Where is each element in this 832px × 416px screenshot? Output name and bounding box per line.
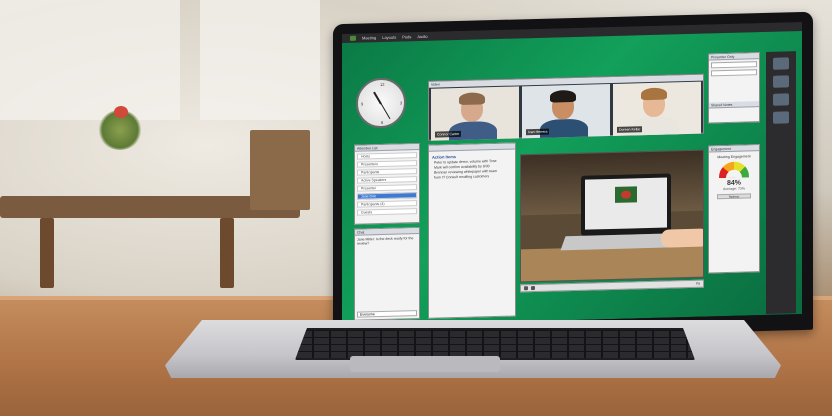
chat-message: Jane Miller: Is the deck ready for the r… (357, 236, 414, 246)
attendee-list-pod: Attendee List Hosts Presenters Participa… (354, 143, 420, 225)
menu-pods[interactable]: Pods (402, 34, 411, 39)
shared-notes-label: Shared Notes (709, 101, 759, 109)
participant-name: Doreen Kellar (617, 126, 643, 133)
layout-strip (766, 51, 796, 314)
video-tile-2[interactable]: Ivan Herrera (522, 84, 610, 139)
attendee-row[interactable]: Presenters (357, 160, 417, 168)
layout-icon[interactable] (773, 75, 789, 88)
participant-name: Ivan Herrera (526, 128, 550, 136)
layout-icon[interactable] (773, 93, 789, 106)
chair-leg (40, 218, 54, 288)
layout-icon[interactable] (773, 111, 789, 124)
shared-artwork (615, 186, 637, 203)
menu-meeting[interactable]: Meeting (362, 35, 376, 40)
chair-back (250, 130, 310, 210)
notes-list: Peter to update demo, volume with Tone M… (429, 159, 515, 181)
window-light (0, 0, 180, 120)
laptop-screen: Meeting Layouts Pods Audio 12 3 6 9 Atte… (342, 22, 802, 327)
participant-hair (641, 87, 667, 101)
notes-pod: Action Items Peter to update demo, volum… (428, 142, 516, 319)
participant-name: Connor Carter (435, 130, 462, 138)
stop-icon[interactable] (531, 285, 535, 291)
engagement-pod: Engagement Meeting Engagement 84% Averag… (708, 144, 760, 274)
attendee-row[interactable]: Guests (357, 208, 417, 216)
video-pod: Video Connor Carter Ivan Herrera Doreen … (428, 73, 704, 141)
meeting-room: 12 3 6 9 Attendee List Hosts Presenters … (342, 31, 802, 327)
keys (297, 330, 693, 358)
app-logo-icon (350, 35, 356, 41)
engagement-label: Meeting Engagement (717, 154, 751, 160)
laptop-lid: Meeting Layouts Pods Audio 12 3 6 9 Atte… (333, 11, 813, 343)
attendee-row[interactable]: Participants (4) (357, 200, 417, 208)
chair-leg (220, 218, 234, 288)
layout-icon[interactable] (773, 57, 789, 70)
shared-laptop-screen (585, 177, 667, 230)
minute-hand (380, 103, 391, 120)
attendee-row[interactable]: Hosts (357, 152, 417, 160)
chat-pod: Chat Jane Miller: Is the deck ready for … (354, 227, 420, 321)
presenter-title: Presenter Only (709, 53, 759, 61)
zoom-label[interactable]: Fit (696, 282, 700, 286)
attendee-list-title: Attendee List (355, 144, 419, 152)
participant-hair (550, 89, 576, 103)
menu-audio[interactable]: Audio (417, 34, 427, 39)
red-flower (114, 106, 128, 118)
attendee-row-selected[interactable]: Jane Doe (357, 192, 417, 200)
shared-laptop (581, 173, 671, 236)
screen-share-pod (520, 149, 704, 283)
touchpad (350, 356, 500, 372)
shared-table (521, 244, 703, 283)
video-tile-3[interactable]: Doreen Kellar (613, 81, 701, 136)
engagement-gauge (719, 161, 749, 179)
attendee-row[interactable]: Participants (357, 168, 417, 176)
shared-hand (661, 228, 704, 248)
presenter-field[interactable] (711, 69, 757, 77)
engagement-title: Engagement (709, 145, 759, 153)
window-light (200, 0, 320, 120)
video-tile-1[interactable]: Connor Carter (431, 86, 519, 141)
engagement-average: Average: 73% (723, 186, 745, 192)
participant-hair (459, 92, 485, 105)
attendee-row[interactable]: Active Speakers (357, 176, 417, 184)
attendee-row[interactable]: Presenter (357, 184, 417, 192)
presenter-field[interactable] (711, 61, 757, 69)
clock-icon: 12 3 6 9 (356, 77, 406, 129)
note-item: from IT Consult resulting customers (434, 174, 490, 180)
chat-input[interactable]: Everyone (357, 310, 417, 318)
menu-layouts[interactable]: Layouts (382, 35, 396, 40)
refresh-button[interactable]: Refresh (717, 193, 751, 200)
presenter-only-pod: Presenter Only Shared Notes (708, 52, 760, 124)
play-icon[interactable] (524, 286, 528, 291)
